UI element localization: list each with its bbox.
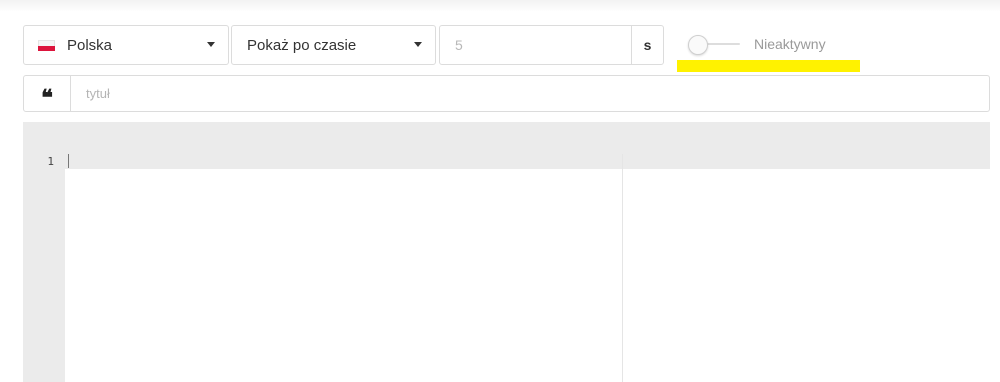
quote-icon: ❝ [24, 76, 71, 111]
code-editor: 1 [23, 122, 990, 382]
title-input-group: ❝ [23, 75, 990, 112]
line-number: 1 [47, 155, 54, 168]
caret-down-icon [207, 42, 215, 47]
editor-preview-pane [623, 169, 990, 382]
display-mode-select-value: Pokaż po czasie [247, 36, 357, 54]
top-strip [0, 0, 1000, 12]
highlight-marker [677, 60, 860, 72]
delay-unit-label: s [631, 26, 663, 64]
editor-code-area[interactable] [65, 154, 622, 382]
active-toggle-label: Nieaktywny [754, 36, 826, 52]
text-cursor [68, 154, 69, 168]
language-select-value: Polska [67, 36, 113, 54]
delay-seconds-input[interactable] [440, 26, 631, 64]
display-mode-select[interactable]: Pokaż po czasie [231, 25, 436, 65]
editor-gutter [23, 154, 65, 382]
active-toggle[interactable] [688, 35, 740, 55]
delay-input-group: s [439, 25, 664, 65]
language-select[interactable]: Polska [23, 25, 229, 65]
toggle-knob [688, 35, 708, 55]
poland-flag-icon [38, 39, 55, 51]
editor-toolbar [23, 122, 990, 154]
title-input[interactable] [71, 76, 989, 111]
caret-down-icon [414, 42, 422, 47]
